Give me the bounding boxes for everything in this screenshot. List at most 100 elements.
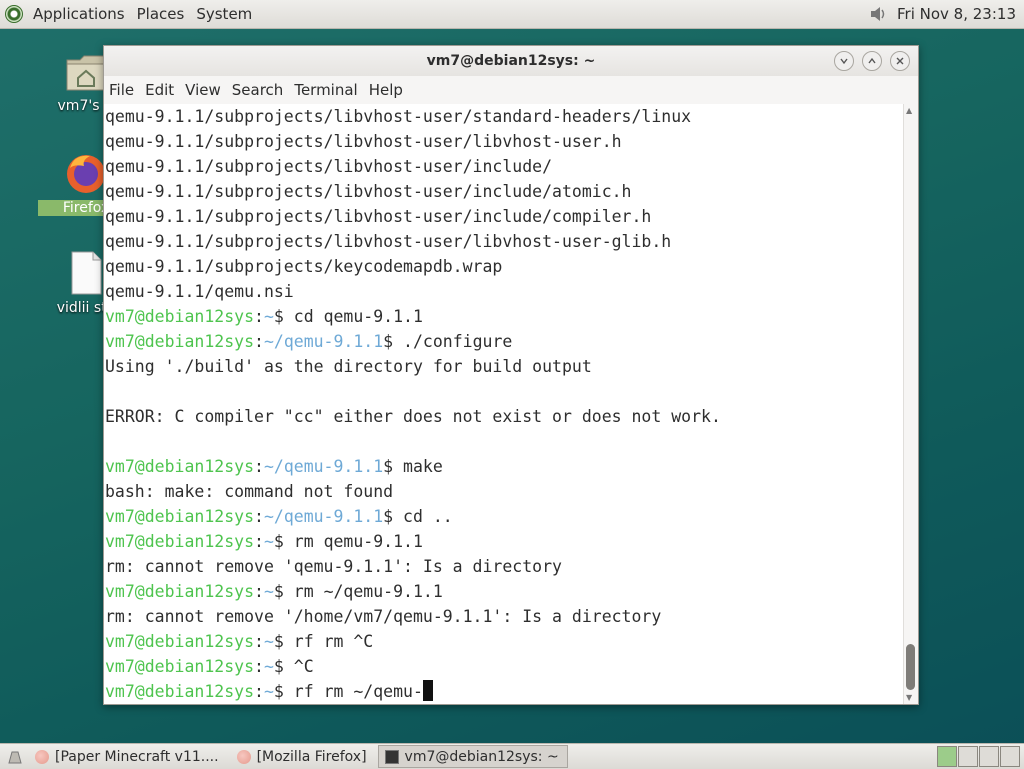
workspace-1[interactable] xyxy=(937,746,957,767)
command-text: rf rm ^C xyxy=(283,632,374,651)
command-text: cd .. xyxy=(393,507,453,526)
workspace-4[interactable] xyxy=(1000,746,1020,767)
show-desktop-icon[interactable] xyxy=(6,748,24,766)
debian-menu-icon[interactable] xyxy=(5,5,23,23)
terminal-line: qemu-9.1.1/subprojects/libvhost-user/inc… xyxy=(104,179,904,204)
top-menus: Applications Places System xyxy=(27,0,258,28)
terminal-line: rm: cannot remove '/home/vm7/qemu-9.1.1'… xyxy=(104,604,904,629)
close-icon xyxy=(896,57,904,65)
terminal-line: vm7@debian12sys:~$ cd qemu-9.1.1 xyxy=(104,304,904,329)
workspace-2[interactable] xyxy=(958,746,978,767)
terminal-line: qemu-9.1.1/subprojects/libvhost-user/inc… xyxy=(104,154,904,179)
prompt-symbol: $ xyxy=(383,507,394,526)
output-text: qemu-9.1.1/subprojects/libvhost-user/inc… xyxy=(105,182,632,201)
prompt-user: vm7@debian12sys xyxy=(105,582,255,601)
text-file-icon xyxy=(71,251,102,295)
terminal-line: qemu-9.1.1/subprojects/libvhost-user/sta… xyxy=(104,104,904,129)
close-button[interactable] xyxy=(890,51,910,71)
command-text: rf rm ~/qemu- xyxy=(283,682,423,701)
output-text: ERROR: C compiler "cc" either does not e… xyxy=(105,407,721,426)
window-titlebar[interactable]: vm7@debian12sys: ~ xyxy=(104,46,918,76)
prompt-path: ~/qemu-9.1.1 xyxy=(263,507,384,526)
prompt-path: ~/qemu-9.1.1 xyxy=(263,457,384,476)
firefox-icon xyxy=(236,749,251,764)
menu-places[interactable]: Places xyxy=(131,0,191,28)
chevron-up-icon xyxy=(868,57,876,64)
terminal-line: bash: make: command not found xyxy=(104,479,904,504)
prompt-user: vm7@debian12sys xyxy=(105,657,255,676)
taskbar-item-paper-minecraft[interactable]: [Paper Minecraft v11.... xyxy=(28,745,226,768)
prompt-separator: : xyxy=(254,457,264,476)
taskbar-item-firefox[interactable]: [Mozilla Firefox] xyxy=(230,745,374,768)
volume-icon[interactable] xyxy=(869,5,889,23)
prompt-symbol: $ xyxy=(273,307,284,326)
prompt-symbol: $ xyxy=(273,582,284,601)
prompt-separator: : xyxy=(254,582,264,601)
window-controls xyxy=(834,51,910,71)
menu-applications[interactable]: Applications xyxy=(27,0,131,28)
terminal-line: vm7@debian12sys:~$ ^C xyxy=(104,654,904,679)
menu-terminal[interactable]: Terminal xyxy=(289,81,363,99)
terminal-line: vm7@debian12sys:~/qemu-9.1.1$ make xyxy=(104,454,904,479)
home-folder-icon xyxy=(66,55,106,91)
menu-edit[interactable]: Edit xyxy=(140,81,180,99)
task-label: [Mozilla Firefox] xyxy=(256,748,367,765)
terminal-line: vm7@debian12sys:~$ rf rm ^C xyxy=(104,629,904,654)
terminal-line: rm: cannot remove 'qemu-9.1.1': Is a dir… xyxy=(104,554,904,579)
command-text: ./configure xyxy=(393,332,513,351)
output-text: qemu-9.1.1/subprojects/libvhost-user/sta… xyxy=(105,107,692,126)
terminal-line: vm7@debian12sys:~/qemu-9.1.1$ ./configur… xyxy=(104,329,904,354)
prompt-path: ~ xyxy=(263,582,274,601)
command-text: rm qemu-9.1.1 xyxy=(283,532,423,551)
scroll-down-icon[interactable]: ▼ xyxy=(906,693,912,702)
bottom-panel: [Paper Minecraft v11.... [Mozilla Firefo… xyxy=(0,743,1024,769)
output-text: qemu-9.1.1/subprojects/libvhost-user/inc… xyxy=(105,207,652,226)
menu-search[interactable]: Search xyxy=(227,81,290,99)
terminal-line: vm7@debian12sys:~$ rm qemu-9.1.1 xyxy=(104,529,904,554)
workspace-3[interactable] xyxy=(979,746,999,767)
output-text: rm: cannot remove 'qemu-9.1.1': Is a dir… xyxy=(105,557,562,576)
menu-view[interactable]: View xyxy=(180,81,227,99)
prompt-separator: : xyxy=(254,657,264,676)
minimize-button[interactable] xyxy=(834,51,854,71)
prompt-separator: : xyxy=(254,632,264,651)
text-cursor xyxy=(422,680,433,701)
terminal-line: vm7@debian12sys:~$ rm ~/qemu-9.1.1 xyxy=(104,579,904,604)
prompt-path: ~ xyxy=(263,657,274,676)
scroll-up-icon[interactable]: ▲ xyxy=(906,106,912,115)
scrollbar-thumb[interactable] xyxy=(906,644,915,690)
prompt-path: ~ xyxy=(263,307,274,326)
prompt-separator: : xyxy=(254,682,264,701)
terminal-scrollbar[interactable]: ▲ ▼ xyxy=(903,104,918,704)
firefox-icon xyxy=(67,155,105,193)
terminal-line: qemu-9.1.1/qemu.nsi xyxy=(104,279,904,304)
output-text: qemu-9.1.1/subprojects/keycodemapdb.wrap xyxy=(105,257,503,276)
prompt-user: vm7@debian12sys xyxy=(105,457,255,476)
menu-system[interactable]: System xyxy=(190,0,258,28)
prompt-separator: : xyxy=(254,307,264,326)
taskbar-item-terminal[interactable]: vm7@debian12sys: ~ xyxy=(377,745,568,768)
output-text: qemu-9.1.1/qemu.nsi xyxy=(105,282,294,301)
terminal-icon xyxy=(384,749,399,764)
command-text: ^C xyxy=(283,657,314,676)
prompt-user: vm7@debian12sys xyxy=(105,507,255,526)
menu-file[interactable]: File xyxy=(104,81,140,99)
output-text: bash: make: command not found xyxy=(105,482,394,501)
terminal-line: Using './build' as the directory for bui… xyxy=(104,354,904,379)
prompt-user: vm7@debian12sys xyxy=(105,332,255,351)
terminal-output[interactable]: qemu-9.1.1/subprojects/libvhost-user/sta… xyxy=(104,104,904,704)
prompt-symbol: $ xyxy=(383,332,394,351)
terminal-window[interactable]: vm7@debian12sys: ~ File Edit View Search… xyxy=(103,45,919,705)
workspace-switcher xyxy=(936,746,1020,767)
menu-help[interactable]: Help xyxy=(364,81,409,99)
prompt-path: ~ xyxy=(263,682,274,701)
prompt-symbol: $ xyxy=(273,632,284,651)
clock[interactable]: Fri Nov 8, 23:13 xyxy=(897,5,1024,23)
terminal-line: vm7@debian12sys:~/qemu-9.1.1$ cd .. xyxy=(104,504,904,529)
terminal-line: qemu-9.1.1/subprojects/libvhost-user/lib… xyxy=(104,129,904,154)
prompt-separator: : xyxy=(254,532,264,551)
prompt-separator: : xyxy=(254,507,264,526)
maximize-button[interactable] xyxy=(862,51,882,71)
